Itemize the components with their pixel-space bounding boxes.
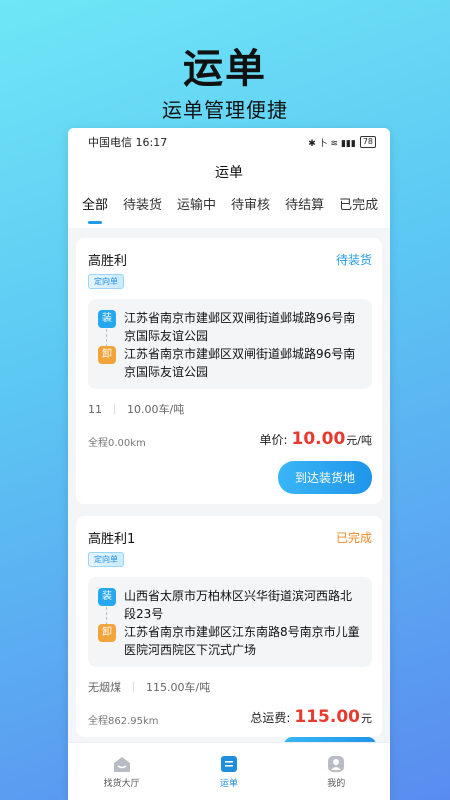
- load-stop: 装 江苏省南京市建邺区双闸街道邺城路96号南京国际友谊公园: [98, 309, 362, 345]
- load-address: 山西省太原市万柏林区兴华街道滨河西路北段23号: [124, 589, 353, 621]
- unload-icon: 卸: [98, 624, 116, 642]
- order-status: 已完成: [335, 531, 372, 545]
- price-amount: 115.00: [294, 707, 360, 727]
- unload-stop: 卸 江苏省南京市建邺区江东南路8号南京市儿童医院河西院区下沉式广场: [98, 623, 362, 659]
- load-icon: 装: [98, 310, 116, 328]
- nav-label: 我的: [327, 778, 346, 789]
- status-tabs: 全部 待装货 运输中 待审核 待结算 已完成: [68, 190, 390, 228]
- unload-address: 江苏省南京市建邺区江东南路8号南京市儿童医院河西院区下沉式广场: [124, 625, 360, 657]
- load-stop: 装 山西省太原市万柏林区兴华街道滨河西路北段23号: [98, 587, 362, 623]
- freight-rate: 115.00车/吨: [146, 681, 211, 694]
- route-box: 装 江苏省南京市建邺区双闸街道邺城路96号南京国际友谊公园 卸 江苏省南京市建邺…: [88, 299, 372, 389]
- price-label: 总运费:: [250, 711, 291, 725]
- page-title: 运单: [68, 156, 390, 190]
- tab-all[interactable]: 全部: [82, 190, 108, 228]
- order-card[interactable]: 高胜利 待装货 定向单 装 江苏省南京市建邺区双闸街道邺城路96号南京国际友谊公…: [76, 238, 382, 504]
- nav-label: 找货大厅: [103, 778, 140, 789]
- arrive-at-loading-button[interactable]: 到达装货地: [277, 461, 372, 494]
- status-icons: ✱ 卜 ≋ ▮▮▮ 78: [308, 136, 376, 149]
- tab-in-transit[interactable]: 运输中: [177, 190, 216, 228]
- unload-icon: 卸: [98, 346, 116, 364]
- cargo-name: 11: [88, 402, 102, 416]
- shipper-name: 高胜利1: [88, 532, 136, 547]
- divider: [114, 404, 115, 414]
- divider: [133, 682, 134, 692]
- unload-stop: 卸 江苏省南京市建邺区双闸街道邺城路96号南京国际友谊公园: [98, 345, 362, 381]
- unload-address: 江苏省南京市建邺区双闸街道邺城路96号南京国际友谊公园: [124, 347, 356, 379]
- total-distance: 全程0.00km: [88, 438, 146, 449]
- freight-rate: 10.00车/吨: [127, 403, 185, 416]
- price-unit: 元/吨: [346, 434, 372, 447]
- price-label: 单价:: [259, 433, 288, 447]
- shipper-name: 高胜利: [88, 254, 128, 269]
- house-icon: [113, 756, 130, 772]
- bottom-nav: 找货大厅 运单 我的: [68, 742, 390, 800]
- phone-screen: 中国电信 16:17 ✱ 卜 ≋ ▮▮▮ 78 运单 全部 待装货 运输中 待审…: [68, 128, 390, 800]
- nav-item-mine[interactable]: 我的: [296, 755, 376, 789]
- tab-pending-settlement[interactable]: 待结算: [285, 190, 324, 228]
- hero-subtitle: 运单管理便捷: [162, 98, 288, 122]
- price-amount: 10.00: [291, 429, 346, 449]
- price-unit: 元: [361, 712, 372, 725]
- price-block: 总运费: 115.00元: [250, 707, 372, 727]
- status-bar: 中国电信 16:17 ✱ 卜 ≋ ▮▮▮ 78: [68, 128, 390, 156]
- battery-icon: 78: [359, 136, 376, 148]
- nav-item-cargo-hall[interactable]: 找货大厅: [82, 755, 162, 789]
- load-icon: 装: [98, 588, 116, 606]
- route-box: 装 山西省太原市万柏林区兴华街道滨河西路北段23号 卸 江苏省南京市建邺区江东南…: [88, 577, 372, 667]
- order-card[interactable]: 高胜利1 已完成 定向单 装 山西省太原市万柏林区兴华街道滨河西路北段23号 卸…: [76, 516, 382, 737]
- nav-label: 运单: [219, 778, 238, 789]
- hero-title: 运单: [183, 46, 267, 92]
- directed-order-badge: 定向单: [88, 274, 124, 289]
- order-list: 高胜利 待装货 定向单 装 江苏省南京市建邺区双闸街道邺城路96号南京国际友谊公…: [68, 228, 390, 737]
- tab-completed[interactable]: 已完成: [339, 190, 378, 228]
- directed-order-badge: 定向单: [88, 552, 124, 567]
- waybill-icon: [220, 755, 237, 772]
- load-address: 江苏省南京市建邺区双闸街道邺城路96号南京国际友谊公园: [124, 311, 356, 343]
- nav-item-waybill[interactable]: 运单: [189, 755, 269, 789]
- total-distance: 全程862.95km: [88, 716, 159, 727]
- carrier-time: 中国电信 16:17: [88, 136, 168, 149]
- order-status: 待装货: [335, 253, 372, 267]
- tab-pending-load[interactable]: 待装货: [123, 190, 162, 228]
- price-block: 单价: 10.00元/吨: [259, 429, 372, 449]
- signal-wifi-icons: ✱ 卜 ≋ ▮▮▮: [308, 138, 356, 149]
- person-icon: [328, 755, 345, 772]
- tab-pending-review[interactable]: 待审核: [231, 190, 270, 228]
- cargo-name: 无烟煤: [88, 681, 121, 694]
